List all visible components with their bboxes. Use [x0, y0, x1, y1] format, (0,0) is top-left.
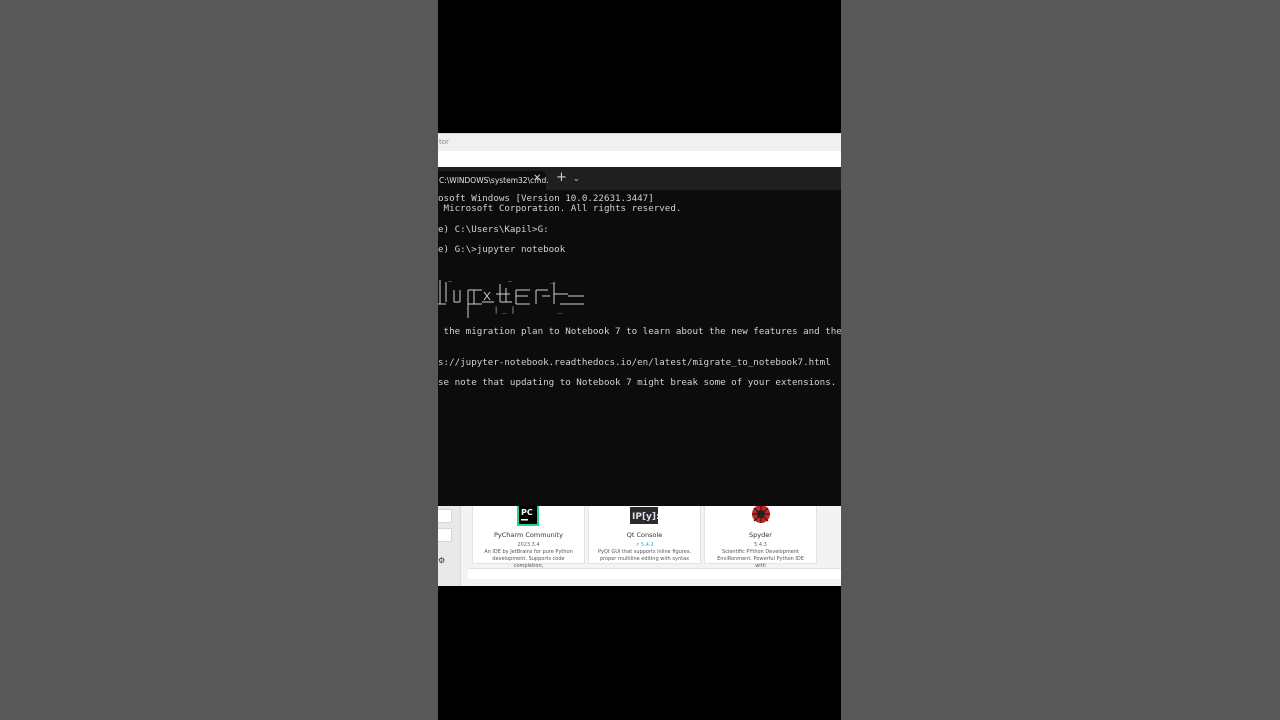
- app-card-spyder[interactable]: Spyder 5.4.3 Scientific PYthon Developme…: [704, 506, 817, 569]
- close-icon[interactable]: ✕: [533, 173, 541, 184]
- app-name: PyCharm Community: [494, 531, 563, 539]
- terminal-line: Microsoft Corporation. All rights reserv…: [438, 203, 682, 214]
- app-version: ↗ 5.4.2: [635, 542, 654, 548]
- ipython-icon: IP[y]:: [630, 507, 658, 524]
- terminal-line: the migration plan to Notebook 7 to lear…: [438, 326, 841, 337]
- app-card-pycharm[interactable]: PC PyCharm Community 2023.3.4 An IDE by …: [472, 506, 585, 569]
- gear-icon[interactable]: ⚙: [438, 556, 445, 565]
- sidebar-item[interactable]: [438, 528, 452, 542]
- svg-text:_: _: [448, 274, 453, 282]
- jupyter-ascii-banner-icon: _ _ _ | _ | _: [438, 274, 584, 318]
- chevron-down-icon[interactable]: ⌄: [573, 174, 580, 183]
- terminal-window[interactable]: C:\WINDOWS\system32\cmd. ✕ + ⌄ osoft Win…: [438, 167, 841, 506]
- new-tab-icon[interactable]: +: [556, 171, 567, 185]
- svg-text:IP[y]:: IP[y]:: [632, 512, 658, 522]
- svg-text:PC: PC: [521, 508, 533, 517]
- terminal-line: se note that updating to Notebook 7 migh…: [438, 377, 837, 388]
- app-description: Scientific PYthon Development EnviRonmen…: [717, 549, 804, 569]
- app-version: 2023.3.4: [517, 542, 540, 548]
- app-name: Spyder: [749, 531, 772, 539]
- app-version: 5.4.3: [754, 542, 767, 548]
- svg-text:| _ |: | _ |: [494, 306, 515, 314]
- terminal-line: e) G:\>jupyter notebook: [438, 244, 566, 255]
- sidebar-item[interactable]: [438, 509, 452, 523]
- window-title: tor: [439, 138, 449, 146]
- terminal-line: s://jupyter-notebook.readthedocs.io/en/l…: [438, 357, 831, 368]
- video-frame: tor C:\WINDOWS\system32\cmd. ✕ + ⌄ osoft…: [438, 0, 841, 720]
- terminal-tab[interactable]: C:\WINDOWS\system32\cmd. ✕: [438, 171, 549, 190]
- screen-content: tor C:\WINDOWS\system32\cmd. ✕ + ⌄ osoft…: [438, 133, 841, 586]
- app-description: An IDE by JetBrains for pure Python deve…: [484, 549, 573, 569]
- svg-text:_: _: [508, 274, 513, 282]
- navigator-toolbar: [438, 151, 841, 167]
- navigator-title-bar: tor: [438, 133, 841, 153]
- svg-text:_: _: [558, 306, 563, 314]
- app-card-qtconsole[interactable]: IP[y]: Qt Console ↗ 5.4.2 PyQt GUI that …: [588, 506, 701, 564]
- pycharm-icon: PC: [517, 506, 539, 526]
- anaconda-navigator-home: ⚙ PC PyCharm Community 2023.3.4 An IDE b…: [438, 506, 841, 586]
- terminal-tab-bar: C:\WINDOWS\system32\cmd. ✕ + ⌄: [438, 167, 841, 190]
- navigator-sidebar: ⚙: [438, 506, 461, 586]
- spyder-icon: [752, 506, 770, 523]
- terminal-line: e) C:\Users\Kapil>G:: [438, 224, 549, 235]
- app-name: Qt Console: [626, 531, 663, 539]
- app-description: PyQt GUI that supports inline figures, p…: [597, 549, 692, 562]
- navigator-footer: [468, 568, 841, 579]
